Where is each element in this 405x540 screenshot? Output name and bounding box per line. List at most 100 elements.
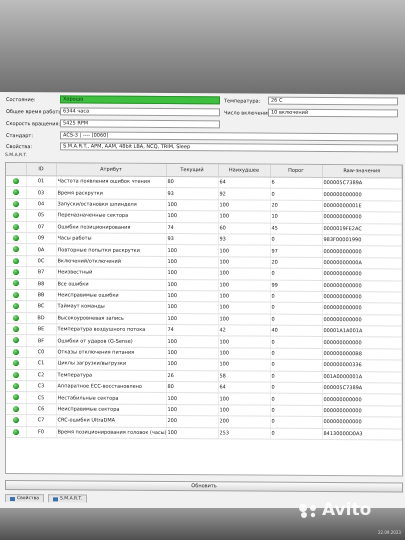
threshold-value: 99 <box>270 279 322 292</box>
avito-logo-icon <box>299 504 316 518</box>
attribute-id: BB <box>26 289 56 302</box>
current-value: 100 <box>166 392 218 405</box>
status-cell <box>6 289 26 301</box>
attribute-name: Нестабильные сектора <box>56 392 166 405</box>
photo-date: 22.09.2023 <box>378 530 401 535</box>
worst-value: 58 <box>218 370 270 383</box>
current-value: 93 <box>166 233 218 246</box>
smart-section-label: S.M.A.R.T. <box>5 153 28 159</box>
status-ok-icon <box>12 360 19 367</box>
status-ok-icon <box>12 189 19 196</box>
status-ok-icon <box>12 394 19 401</box>
attribute-id: 0A <box>26 244 56 256</box>
current-value: 100 <box>166 256 218 268</box>
threshold-value: 0 <box>270 348 322 360</box>
status-ok-icon <box>12 178 19 185</box>
worst-value: 100 <box>218 393 270 405</box>
column-header[interactable]: Порог <box>270 164 322 178</box>
attribute-name: Часы работы <box>56 232 166 245</box>
column-header[interactable]: ID <box>26 163 56 176</box>
attribute-id: C0 <box>26 346 56 359</box>
raw-value: 000000000000 <box>322 211 402 224</box>
worst-value: 60 <box>218 222 270 235</box>
threshold-value: 97 <box>270 245 322 258</box>
hours-field: 6344 часа <box>60 107 220 117</box>
smart-table[interactable]: ID Атрибут Текущий Наихудшее Порог Raw-значен… <box>5 162 403 477</box>
attribute-id: 07 <box>26 221 56 233</box>
raw-value: 00001A1A001A <box>322 325 402 338</box>
status-field: Хорошо <box>60 95 220 105</box>
current-value: 100 <box>166 404 218 417</box>
worst-value: 100 <box>218 256 270 269</box>
speed-field: 5425 RPM <box>60 119 220 129</box>
column-header[interactable]: Текущий <box>166 164 218 177</box>
attribute-id: 01 <box>26 175 56 188</box>
threshold-value: 0 <box>270 416 322 429</box>
app-window: Состояние: Хорошо Температура: 26 C Обще… <box>0 92 405 513</box>
status-label: Состояние: <box>6 97 36 104</box>
threshold-value: 0 <box>270 393 322 406</box>
worst-value: 253 <box>218 427 270 440</box>
status-cell <box>6 175 26 188</box>
attribute-name: Таймаут команды <box>56 301 166 314</box>
attribute-name: Ошибки от ударов (G-Sense) <box>56 335 166 348</box>
status-ok-icon <box>12 280 19 287</box>
threshold-value: 0 <box>270 336 322 349</box>
current-value: 80 <box>166 176 218 189</box>
worst-value: 64 <box>218 176 270 189</box>
threshold-value: 0 <box>270 291 322 303</box>
status-cell <box>6 346 26 358</box>
table-row[interactable]: F0 Время позиционирования головок (часы) 1… <box>6 426 402 440</box>
attribute-name: Время раскрутки <box>56 187 166 200</box>
status-cell <box>6 232 26 245</box>
attribute-id: 05 <box>26 209 56 222</box>
status-cell <box>6 403 26 415</box>
status-cell <box>6 357 26 370</box>
column-header[interactable]: Атрибут <box>56 163 166 177</box>
attribute-id: C7 <box>26 414 56 427</box>
worst-value: 100 <box>218 267 270 280</box>
attribute-name: Отказы отключения питания <box>56 346 166 359</box>
status-ok-icon <box>12 428 19 435</box>
status-cell <box>6 266 26 279</box>
attribute-name: Все ошибки <box>56 278 166 291</box>
worst-value: 100 <box>218 336 270 349</box>
raw-value: 000000000336 <box>322 359 402 372</box>
threshold-value: 40 <box>270 325 322 337</box>
monitor-bezel-top <box>0 0 405 95</box>
attribute-id: 0C <box>26 255 56 267</box>
tab-smart[interactable]: S.M.A.R.T. <box>47 494 88 503</box>
bottom-tabs: Свойства S.M.A.R.T. <box>5 494 88 503</box>
column-header[interactable]: Raw-значения <box>322 164 402 178</box>
status-cell <box>6 300 26 313</box>
standard-field: ACS-3 | ---- [0060] <box>60 131 398 142</box>
raw-value: 000000000000 <box>322 314 402 327</box>
raw-value: 0000019FE2AC <box>322 223 402 235</box>
threshold-value: 0 <box>270 427 322 440</box>
status-ok-icon <box>12 337 19 344</box>
refresh-button[interactable]: Обновить <box>5 480 403 493</box>
status-ok-icon <box>12 348 19 355</box>
threshold-value: 0 <box>270 188 322 201</box>
attribute-id: C5 <box>26 392 56 404</box>
raw-value: 000005C7389A <box>322 382 402 395</box>
features-field: S.M.A.R.T., APM, AAM, 48bit LBA, NCQ, TR… <box>60 142 398 153</box>
worst-value: 100 <box>218 290 270 303</box>
threshold-value: 10 <box>270 211 322 224</box>
current-value: 100 <box>166 427 218 439</box>
raw-value: 983F00001990 <box>322 234 402 247</box>
current-value: 100 <box>166 210 218 223</box>
current-value: 100 <box>166 290 218 303</box>
worst-value: 100 <box>218 245 270 257</box>
column-header[interactable] <box>6 163 26 176</box>
current-value: 100 <box>166 347 218 360</box>
attribute-name: Время позиционирования головок (часы) <box>56 426 166 439</box>
tab-properties[interactable]: Свойства <box>5 494 44 503</box>
raw-value: 000000000000 <box>322 245 402 258</box>
attribute-name: Неисправимые сектора <box>56 403 166 416</box>
status-cell <box>6 426 26 438</box>
column-header[interactable]: Наихудшее <box>218 164 270 178</box>
current-value: 100 <box>166 199 218 212</box>
worst-value: 100 <box>218 347 270 360</box>
worst-value: 100 <box>218 404 270 417</box>
